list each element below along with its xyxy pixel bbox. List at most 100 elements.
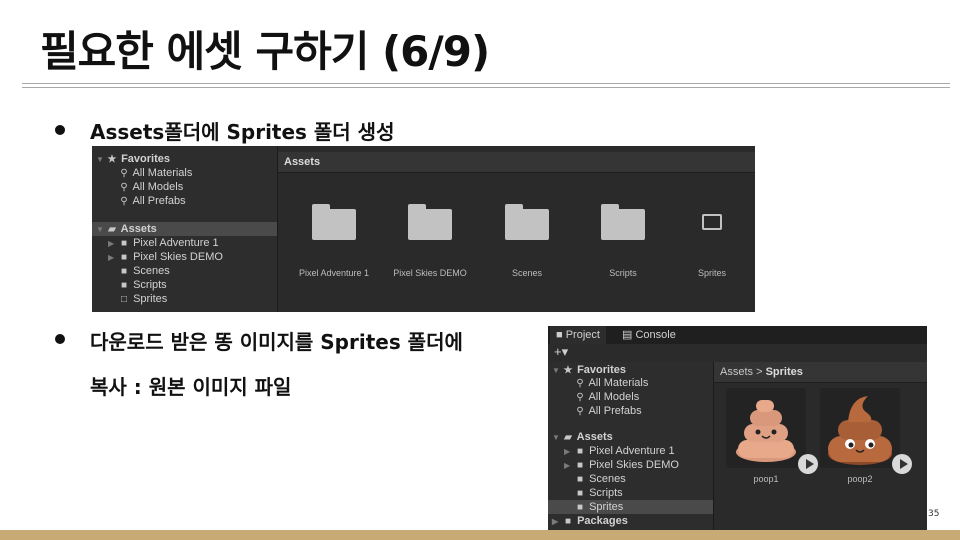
tree-item-label: All Models (132, 181, 184, 193)
tree-item[interactable]: □ Sprites (118, 292, 167, 306)
search-icon: ⚲ (576, 378, 584, 389)
tree-item[interactable]: ■ Scenes (118, 264, 170, 278)
tab-console[interactable]: ▤ Console (616, 326, 682, 344)
tree-item[interactable]: ▶ ■ Pixel Adventure 1 (108, 236, 219, 250)
tree-item-label: Pixel Adventure 1 (133, 237, 219, 249)
expand-arrow-icon[interactable]: ▼ (96, 223, 106, 237)
breadcrumb: Assets > Sprites (714, 362, 927, 383)
folder-icon[interactable] (505, 204, 549, 240)
open-folder-icon: ▰ (564, 432, 572, 443)
breadcrumb-root[interactable]: Assets (720, 366, 753, 378)
tree-item[interactable]: ⚲ All Materials (574, 376, 648, 390)
asset-label[interactable]: Pixel Skies DEMO (380, 268, 480, 278)
tree-item[interactable]: ■ Scripts (118, 278, 167, 292)
folder-icon[interactable] (312, 204, 356, 240)
asset-label[interactable]: poop1 (716, 474, 816, 484)
tree-favorites[interactable]: ▼ ★ Favorites (552, 363, 626, 377)
collapse-arrow-icon[interactable]: ▶ (564, 459, 574, 473)
tab-console-label: Console (635, 329, 676, 341)
asset-label[interactable]: Scripts (573, 268, 673, 278)
empty-folder-icon[interactable] (702, 214, 722, 230)
tree-packages-label: Packages (577, 515, 628, 527)
tree-item-label: Scenes (133, 265, 170, 277)
project-tab-icon: ■ (556, 329, 563, 341)
collapse-arrow-icon[interactable]: ▶ (564, 445, 574, 459)
tree-item-label: All Materials (132, 167, 193, 179)
breadcrumb-separator: > (756, 366, 763, 378)
tree-item-label: Sprites (589, 501, 624, 513)
tree-item-label: Scripts (589, 487, 623, 499)
asset-label[interactable]: Pixel Adventure 1 (284, 268, 384, 278)
title-divider-secondary (22, 87, 950, 88)
create-menu-button[interactable]: +▾ (554, 344, 568, 360)
folder-icon: ■ (576, 488, 584, 499)
tree-assets[interactable]: ▼ ▰ Assets (552, 430, 613, 444)
bullet-dot-1 (55, 125, 65, 135)
folder-icon: ■ (120, 280, 128, 291)
tree-item[interactable]: ⚲ All Models (574, 390, 639, 404)
asset-label[interactable]: Scenes (477, 268, 577, 278)
poop-sprite-icon (828, 396, 892, 465)
asset-label[interactable]: Sprites (662, 268, 755, 278)
project-tree: ▼ ★ Favorites ⚲ All Materials ⚲ All Model… (92, 146, 278, 312)
tab-project[interactable]: ■ Project (550, 326, 606, 344)
folder-icon: ■ (576, 502, 584, 513)
tree-item-selected[interactable]: ■ Sprites (548, 500, 713, 514)
folder-icon[interactable] (601, 204, 645, 240)
tree-favorites-label: Favorites (121, 153, 170, 165)
breadcrumb: Assets (278, 152, 755, 173)
tree-packages[interactable]: ▶ ■ Packages (552, 514, 628, 528)
tree-item-label: Pixel Adventure 1 (589, 445, 675, 457)
project-content: Assets Pixel Adventure 1 Pixel Skies DEM… (278, 146, 755, 312)
tree-assets-label: Assets (576, 431, 613, 443)
play-icon[interactable] (798, 454, 818, 474)
page-number: 35 (928, 509, 940, 519)
tree-item[interactable]: ▶ ■ Pixel Skies DEMO (564, 458, 679, 472)
project-content: Assets > Sprites poop1 poop2 (714, 362, 927, 530)
breadcrumb-leaf[interactable]: Sprites (766, 366, 803, 378)
expand-arrow-icon[interactable]: ▼ (552, 364, 562, 378)
tree-item[interactable]: ▶ ■ Pixel Adventure 1 (564, 444, 675, 458)
search-icon: ⚲ (576, 392, 584, 403)
tree-item-label: All Prefabs (588, 405, 642, 417)
tree-item[interactable]: ■ Scripts (574, 486, 623, 500)
tree-assets[interactable]: ▼ ▰ Assets (92, 222, 277, 236)
tree-item[interactable]: ⚲ All Models (118, 180, 183, 194)
unity-project-panel-2: ■ Project ▤ Console +▾ ▼ ★ Favorites ⚲ Al… (548, 326, 927, 530)
tree-item-label: Scenes (589, 473, 626, 485)
panel-tabs: ■ Project ▤ Console (548, 326, 927, 344)
folder-icon[interactable] (408, 204, 452, 240)
title-divider (22, 83, 950, 84)
open-folder-icon: ▰ (108, 224, 116, 235)
tree-item[interactable]: ▶ ■ Pixel Skies DEMO (108, 250, 223, 264)
tree-favorites[interactable]: ▼ ★ Favorites (96, 152, 170, 166)
star-icon: ★ (563, 365, 573, 376)
folder-icon: ■ (564, 516, 572, 527)
tree-item-label: Pixel Skies DEMO (133, 251, 223, 263)
folder-icon: ■ (120, 252, 128, 263)
folder-icon: ■ (120, 238, 128, 249)
expand-arrow-icon[interactable]: ▼ (96, 153, 106, 167)
collapse-arrow-icon[interactable]: ▶ (552, 515, 562, 529)
footer-bar (0, 530, 960, 540)
folder-icon: ■ (576, 474, 584, 485)
collapse-arrow-icon[interactable]: ▶ (108, 237, 118, 251)
sprite-thumbnail[interactable] (726, 388, 806, 468)
bullet-text-2-line-2: 복사 : 원본 이미지 파일 (90, 375, 292, 399)
expand-arrow-icon[interactable]: ▼ (552, 431, 562, 445)
tree-item[interactable]: ⚲ All Prefabs (574, 404, 642, 418)
tree-item[interactable]: ⚲ All Materials (118, 166, 192, 180)
tree-item[interactable]: ⚲ All Prefabs (118, 194, 186, 208)
folder-icon: ■ (120, 266, 128, 277)
breadcrumb-root[interactable]: Assets (284, 156, 320, 168)
tree-item-label: All Prefabs (132, 195, 186, 207)
tree-favorites-label: Favorites (577, 364, 626, 376)
tree-item[interactable]: ■ Scenes (574, 472, 626, 486)
asset-label[interactable]: poop2 (810, 474, 910, 484)
bullet-text-2-line-1: 다운로드 받은 똥 이미지를 Sprites 폴더에 (90, 330, 463, 354)
unity-project-panel-1: ▼ ★ Favorites ⚲ All Materials ⚲ All Model… (92, 146, 755, 312)
search-icon: ⚲ (120, 182, 128, 193)
collapse-arrow-icon[interactable]: ▶ (108, 251, 118, 265)
sprite-thumbnail[interactable] (820, 388, 900, 468)
play-icon[interactable] (892, 454, 912, 474)
